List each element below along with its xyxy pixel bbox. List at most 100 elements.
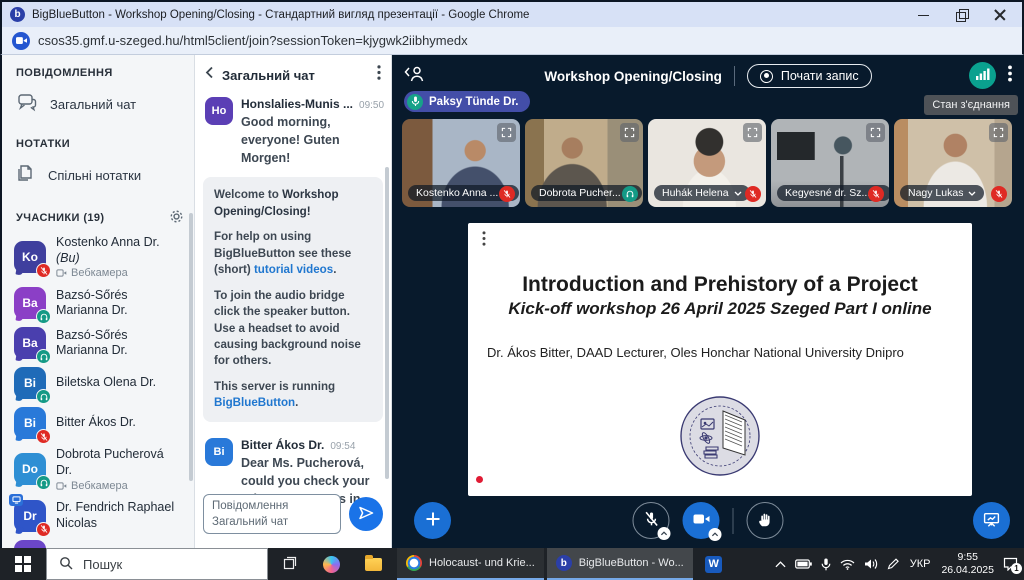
chrome-window: b BigBlueButton - Workshop Opening/Closi… — [0, 0, 1024, 580]
presentation-board-icon — [983, 511, 1000, 531]
public-chat-label: Загальний чат — [50, 97, 136, 112]
participant-name: Bazsó-Sőrés Marianna Dr. — [56, 288, 182, 319]
webcam-tile[interactable]: Dobrota Pucher... — [525, 119, 643, 207]
battery-icon[interactable] — [795, 559, 812, 569]
screen-share-mini-icon — [9, 494, 23, 506]
task-view-button[interactable] — [268, 548, 310, 580]
notification-center-button[interactable]: 1 — [1003, 557, 1018, 571]
participants-section-header: УЧАСНИКИ (19) — [16, 212, 105, 224]
mic-off-badge-icon — [36, 429, 51, 444]
chat-scrollbar[interactable] — [385, 167, 389, 479]
language-indicator[interactable]: УКР — [908, 558, 933, 570]
participants-scrollbar[interactable] — [189, 213, 193, 481]
chat-back-icon[interactable] — [205, 66, 214, 84]
sidebar-item-shared-notes[interactable]: Спільні нотатки — [2, 154, 194, 197]
clock[interactable]: 9:5526.04.2025 — [941, 551, 994, 577]
meeting-title: Workshop Opening/Closing — [544, 69, 722, 84]
taskbar-search-box[interactable]: Пошук — [46, 548, 268, 580]
webcam-tile[interactable]: Kegyesné dr. Sz... — [771, 119, 889, 207]
options-kebab-icon[interactable] — [1008, 65, 1012, 87]
participant-row[interactable]: Ba Bazsó-Sőrés Marianna Dr. — [2, 283, 194, 323]
webcam-row: Kostenko Anna ... Dobrota Pucher... Huhá… — [402, 119, 1012, 207]
participant-row[interactable]: Dr Dr. Fendrich Raphael Nicolas — [2, 496, 194, 536]
notification-count-badge: 1 — [1011, 563, 1022, 574]
taskbar-task-bigbluebutton[interactable]: b BigBlueButton - Wo... — [547, 548, 693, 580]
participant-row[interactable]: Ko Kostenko Anna Dr. (Bu) Вебкамера — [2, 231, 194, 283]
bigbluebutton-link[interactable]: BigBlueButton — [214, 396, 295, 409]
participant-row[interactable]: Bi Bitter Ákos Dr. — [2, 403, 194, 443]
participant-row[interactable]: Ba Bazsó-Sőrés Marianna Dr. — [2, 323, 194, 363]
raise-hand-button[interactable] — [747, 502, 784, 539]
participant-avatar: Bi — [14, 367, 46, 399]
participant-row[interactable]: Bi Biletska Olena Dr. — [2, 363, 194, 403]
plus-icon — [425, 511, 441, 530]
taskbar-task-chrome[interactable]: Holocaust- und Krie... — [397, 548, 544, 580]
active-talker-pill[interactable]: Paksy Tünde Dr. — [404, 91, 530, 112]
connection-status-button[interactable] — [969, 62, 996, 89]
webcam-tile[interactable]: Huhák Helena — [648, 119, 766, 207]
laser-pointer-dot — [476, 476, 483, 483]
participant-row[interactable]: El Elizaveta Vakulenko — [2, 536, 194, 549]
sidebar: ПОВІДОМЛЕННЯ Загальний чат НОТАТКИ Спіль… — [2, 55, 195, 548]
webcam-on-button[interactable] — [683, 502, 720, 539]
fullscreen-icon[interactable] — [989, 123, 1008, 142]
participant-avatar: Bi — [14, 407, 46, 439]
url-bar[interactable]: csos35.gmf.u-szeged.hu/html5client/join?… — [0, 27, 1024, 55]
mic-off-badge-icon — [868, 186, 884, 202]
fullscreen-icon[interactable] — [620, 123, 639, 142]
mic-off-badge-icon — [991, 186, 1007, 202]
listen-only-badge-icon — [36, 475, 51, 490]
presentation-slide[interactable]: Introduction and Prehistory of a Project… — [468, 223, 972, 496]
wifi-icon[interactable] — [840, 559, 855, 570]
sidebar-item-public-chat[interactable]: Загальний чат — [2, 83, 194, 126]
meeting-main-area: Workshop Opening/Closing Почати запис Ст… — [392, 55, 1024, 548]
copilot-button[interactable] — [310, 548, 352, 580]
chat-panel-title: Загальний чат — [222, 68, 369, 83]
shared-notes-label: Спільні нотатки — [48, 168, 141, 183]
chat-options-kebab-icon[interactable] — [377, 65, 381, 85]
mic-off-badge-icon — [36, 263, 51, 278]
signal-bars-icon — [976, 68, 990, 83]
microphone-muted-button[interactable] — [633, 502, 670, 539]
mic-options-chevron[interactable] — [658, 527, 671, 540]
webcam-name-label[interactable]: Nagy Lukas — [900, 185, 984, 201]
webcam-tile[interactable]: Kostenko Anna ... — [402, 119, 520, 207]
webcam-options-chevron[interactable] — [709, 528, 722, 541]
word-icon: W — [705, 556, 722, 573]
microphone-tray-icon[interactable] — [821, 558, 831, 571]
send-message-button[interactable] — [349, 497, 383, 531]
close-button[interactable] — [994, 9, 1006, 21]
file-explorer-button[interactable] — [352, 548, 394, 580]
manage-participants-gear-icon[interactable] — [169, 209, 184, 227]
tutorial-videos-link[interactable]: tutorial videos — [254, 263, 333, 276]
start-recording-button[interactable]: Почати запис — [747, 64, 872, 88]
avatar: Bi — [205, 438, 233, 466]
fullscreen-icon[interactable] — [866, 123, 885, 142]
participants-list: Ko Kostenko Anna Dr. (Bu) Вебкамера Ba B — [2, 231, 194, 548]
participant-device: Вебкамера — [56, 480, 182, 492]
minimize-presentation-button[interactable] — [973, 502, 1010, 539]
folder-icon — [365, 558, 382, 571]
word-button[interactable]: W — [693, 548, 735, 580]
participant-row[interactable]: Do Dobrota Pucherová Dr. Вебкамера — [2, 443, 194, 495]
url-text[interactable]: csos35.gmf.u-szeged.hu/html5client/join?… — [38, 33, 468, 48]
actions-plus-button[interactable] — [414, 502, 451, 539]
participant-name: Dobrota Pucherová Dr. — [56, 447, 182, 478]
slide-options-kebab-icon[interactable] — [482, 231, 486, 251]
volume-icon[interactable] — [864, 558, 878, 570]
chat-message-input[interactable]: Повідомлення Загальний чат — [203, 494, 341, 534]
minimize-button[interactable] — [918, 9, 930, 21]
chat-message: Ho Honslalies-Munis ... 09:50 Good morni… — [195, 91, 391, 167]
webcam-name-label[interactable]: Huhák Helena — [654, 185, 750, 201]
show-hidden-icons-chevron[interactable] — [775, 561, 786, 568]
message-author: Bitter Ákos Dr. — [241, 438, 324, 452]
pen-icon[interactable] — [887, 558, 899, 570]
fullscreen-icon[interactable] — [497, 123, 516, 142]
camera-icon — [692, 511, 710, 530]
fullscreen-icon[interactable] — [743, 123, 762, 142]
start-button[interactable] — [0, 548, 46, 580]
webcam-tile[interactable]: Nagy Lukas — [894, 119, 1012, 207]
message-time: 09:54 — [330, 441, 355, 452]
restore-button[interactable] — [956, 9, 968, 21]
participant-name: Kostenko Anna Dr. (Bu) — [56, 235, 182, 266]
